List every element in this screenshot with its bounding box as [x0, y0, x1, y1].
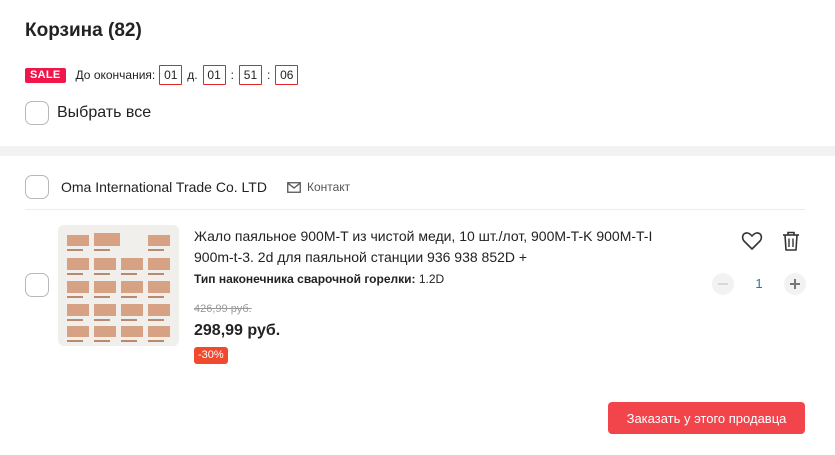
item-checkbox[interactable] — [25, 273, 49, 297]
countdown-separator: : — [230, 68, 234, 82]
envelope-icon — [287, 181, 301, 193]
trash-icon[interactable] — [781, 230, 801, 257]
seller-checkbox[interactable] — [25, 175, 49, 199]
discount-badge: -30% — [194, 347, 228, 364]
countdown-hours: 01 — [202, 65, 226, 85]
countdown-label: До окончания: — [75, 68, 156, 82]
countdown-seconds: 06 — [275, 65, 299, 85]
product-title[interactable]: Жало паяльное 900M-T из чистой меди, 10 … — [194, 226, 664, 268]
seller-name[interactable]: Oma International Trade Co. LTD — [61, 179, 267, 195]
sale-badge: SALE — [25, 67, 66, 83]
countdown-minutes: 51 — [238, 65, 262, 85]
order-from-seller-button[interactable]: Заказать у этого продавца — [608, 402, 805, 434]
quantity-value[interactable]: 1 — [748, 276, 770, 291]
page-title: Корзина (82) — [25, 20, 142, 41]
countdown-days: 01 — [159, 65, 183, 85]
product-property: Тип наконечника сварочной горелки: 1.2D — [194, 272, 444, 286]
property-value: 1.2D — [418, 272, 445, 286]
seller-row: Oma International Trade Co. LTD Контакт — [25, 175, 350, 199]
quantity-decrease-button[interactable] — [712, 273, 734, 295]
contact-label[interactable]: Контакт — [307, 180, 350, 194]
old-price: 426,99 руб. — [194, 303, 252, 315]
product-image[interactable] — [58, 225, 179, 346]
countdown-days-label: д. — [187, 68, 198, 82]
current-price: 298,99 руб. — [194, 322, 281, 339]
property-label: Тип наконечника сварочной горелки: — [194, 272, 416, 286]
select-all-label[interactable]: Выбрать все — [57, 104, 151, 122]
heart-outline-icon[interactable] — [741, 231, 763, 256]
countdown-separator: : — [266, 68, 271, 82]
sale-countdown: SALE До окончания: 01 д. 01 : 51 : 06 — [25, 64, 299, 86]
select-all-checkbox[interactable] — [25, 101, 49, 125]
select-all-row[interactable]: Выбрать все — [25, 101, 151, 125]
quantity-stepper: 1 — [712, 273, 806, 295]
section-divider — [0, 146, 835, 156]
contact-seller-link[interactable]: Контакт — [287, 180, 350, 194]
quantity-increase-button[interactable] — [784, 273, 806, 295]
cart-header-section: Корзина (82) SALE До окончания: 01 д. 01… — [0, 0, 835, 146]
product-image-picture — [58, 225, 179, 346]
seller-divider — [25, 209, 805, 210]
